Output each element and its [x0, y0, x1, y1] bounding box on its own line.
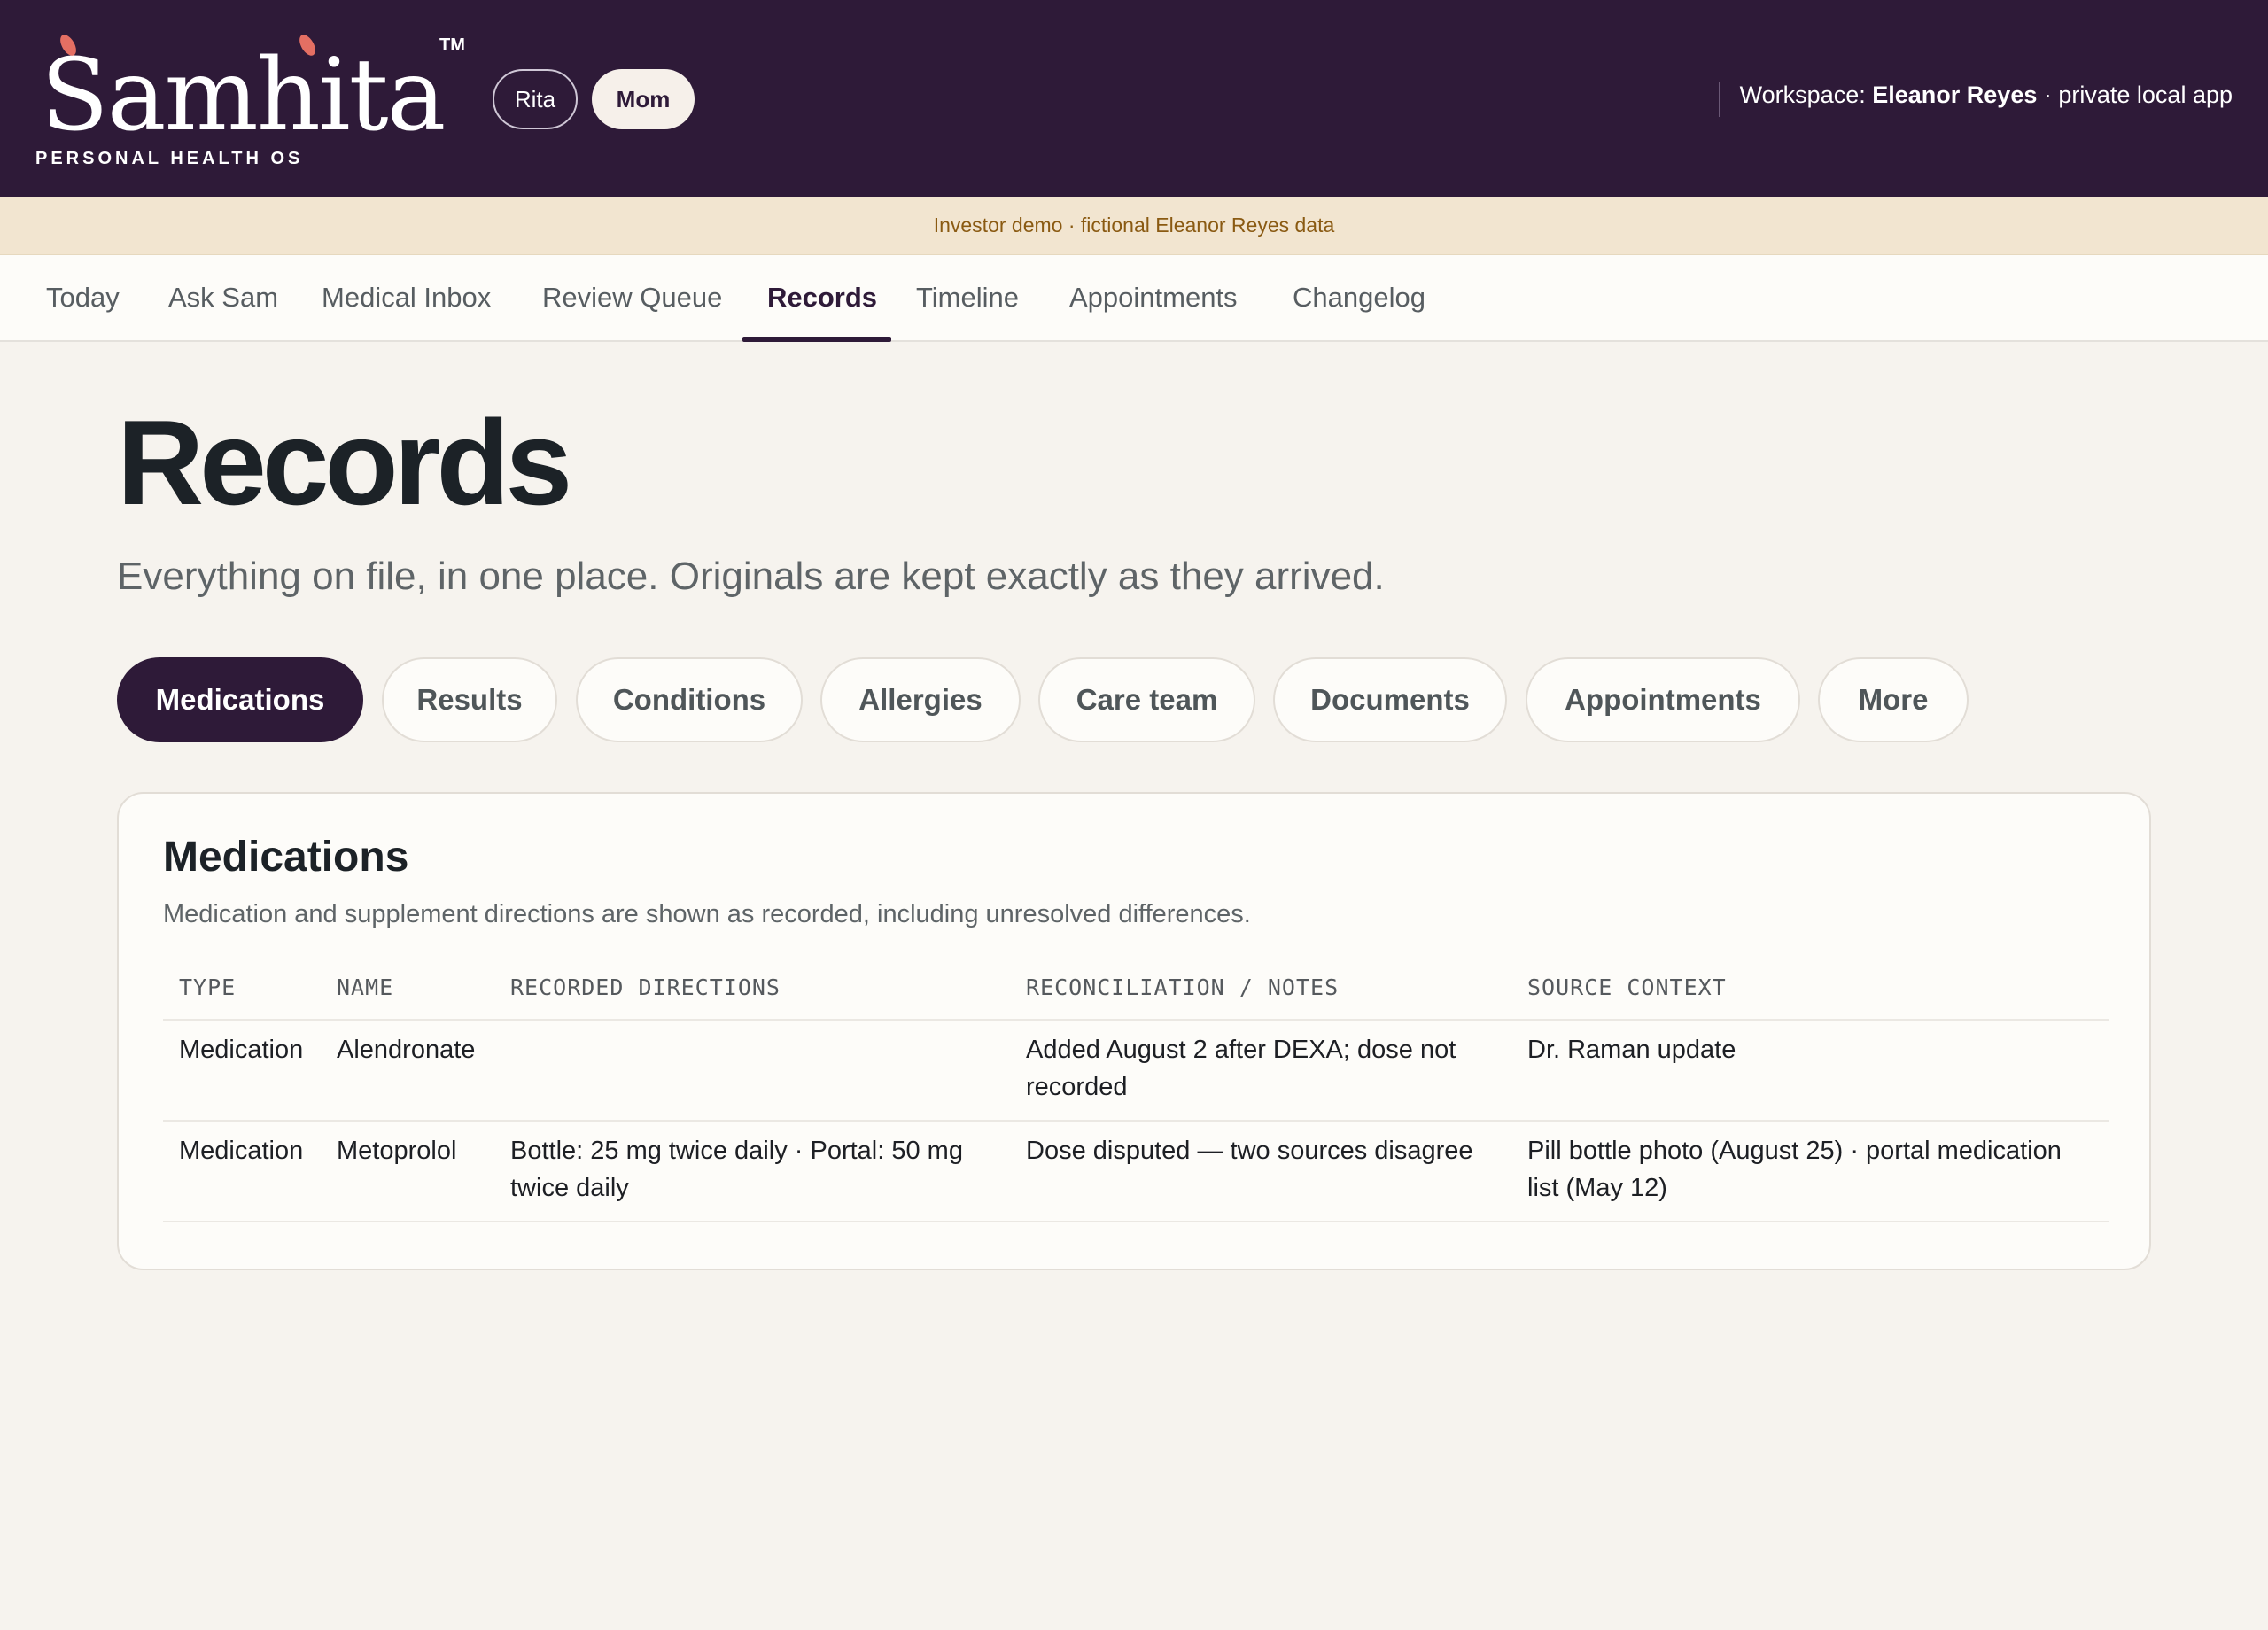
- filter-chip-more[interactable]: More: [1818, 657, 1969, 742]
- demo-banner: Investor demo · fictional Eleanor Reyes …: [0, 197, 2268, 255]
- table-divider: [163, 1019, 2109, 1021]
- workspace-label: Workspace:: [1739, 82, 1866, 108]
- filter-chip-results[interactable]: Results: [382, 657, 557, 742]
- filter-chip-documents[interactable]: Documents: [1273, 657, 1507, 742]
- nav-tab-changelog[interactable]: Changelog: [1293, 255, 1425, 340]
- filter-chip-conditions[interactable]: Conditions: [576, 657, 803, 742]
- filter-chip-allergies[interactable]: Allergies: [820, 657, 1021, 742]
- filter-chip-appointments[interactable]: Appointments: [1526, 657, 1800, 742]
- nav-tab-medical-inbox[interactable]: Medical Inbox: [322, 255, 491, 340]
- nav-tab-appointments[interactable]: Appointments: [1069, 255, 1238, 340]
- page-title: Records: [117, 395, 572, 530]
- row-2-directions: Bottle: 25 mg twice daily · Portal: 50 m…: [510, 1137, 963, 1202]
- active-tab-indicator: [742, 337, 891, 342]
- page-subtitle: Everything on file, in one place. Origin…: [117, 555, 1385, 598]
- nav-tab-today[interactable]: Today: [46, 255, 120, 340]
- workspace-suffix: · private local app: [2043, 82, 2233, 108]
- app-header: Samhita TM PERSONAL HEALTH OS Rita Mom W…: [0, 0, 2268, 197]
- nav-tab-ask-sam[interactable]: Ask Sam: [168, 255, 278, 340]
- brand-logo[interactable]: Samhita TM PERSONAL HEALTH OS: [35, 27, 478, 177]
- card-title: Medications: [163, 834, 409, 881]
- workspace-name: Eleanor Reyes: [1872, 82, 2038, 108]
- demo-banner-text: Investor demo · fictional Eleanor Reyes …: [933, 213, 1335, 237]
- main-nav: Today Ask Sam Medical Inbox Review Queue…: [0, 255, 2268, 342]
- workspace-info: Workspace: Eleanor Reyes · private local…: [1740, 82, 2233, 109]
- row-1-type: Medication: [179, 1036, 304, 1064]
- profile-switch-rita[interactable]: Rita: [493, 69, 578, 129]
- row-2-source: Pill bottle photo (August 25) · portal m…: [1527, 1137, 2062, 1202]
- column-header-notes: RECONCILIATION / NOTES: [1026, 974, 1340, 1000]
- brand-tagline: PERSONAL HEALTH OS: [35, 149, 304, 168]
- row-1-notes: Added August 2 after DEXA; dose not reco…: [1026, 1036, 1456, 1101]
- row-1-name: Alendronate: [337, 1036, 476, 1064]
- row-2-name: Metoprolol: [337, 1137, 457, 1165]
- trademark-symbol: TM: [439, 35, 465, 55]
- filter-chip-care-team[interactable]: Care team: [1038, 657, 1255, 742]
- column-header-source: SOURCE CONTEXT: [1527, 974, 1727, 1000]
- column-header-name: NAME: [337, 974, 394, 1000]
- row-2-type: Medication: [179, 1137, 304, 1165]
- nav-tab-timeline[interactable]: Timeline: [916, 255, 1019, 340]
- table-divider: [163, 1120, 2109, 1122]
- filter-chip-medications[interactable]: Medications: [117, 657, 363, 742]
- medications-card: Medications Medication and supplement di…: [117, 792, 2151, 1270]
- profile-switch-mom[interactable]: Mom: [592, 69, 695, 129]
- nav-tab-records[interactable]: Records: [767, 255, 877, 340]
- column-header-type: TYPE: [179, 974, 237, 1000]
- table-divider: [163, 1221, 2109, 1222]
- card-description: Medication and supplement directions are…: [163, 900, 1251, 928]
- header-divider: [1719, 82, 1720, 117]
- brand-wordmark: Samhita: [41, 38, 446, 153]
- row-1-source: Dr. Raman update: [1527, 1036, 1736, 1064]
- row-2-notes: Dose disputed — two sources disagree: [1026, 1137, 1473, 1165]
- nav-tab-review-queue[interactable]: Review Queue: [542, 255, 722, 340]
- column-header-directions: RECORDED DIRECTIONS: [510, 974, 781, 1000]
